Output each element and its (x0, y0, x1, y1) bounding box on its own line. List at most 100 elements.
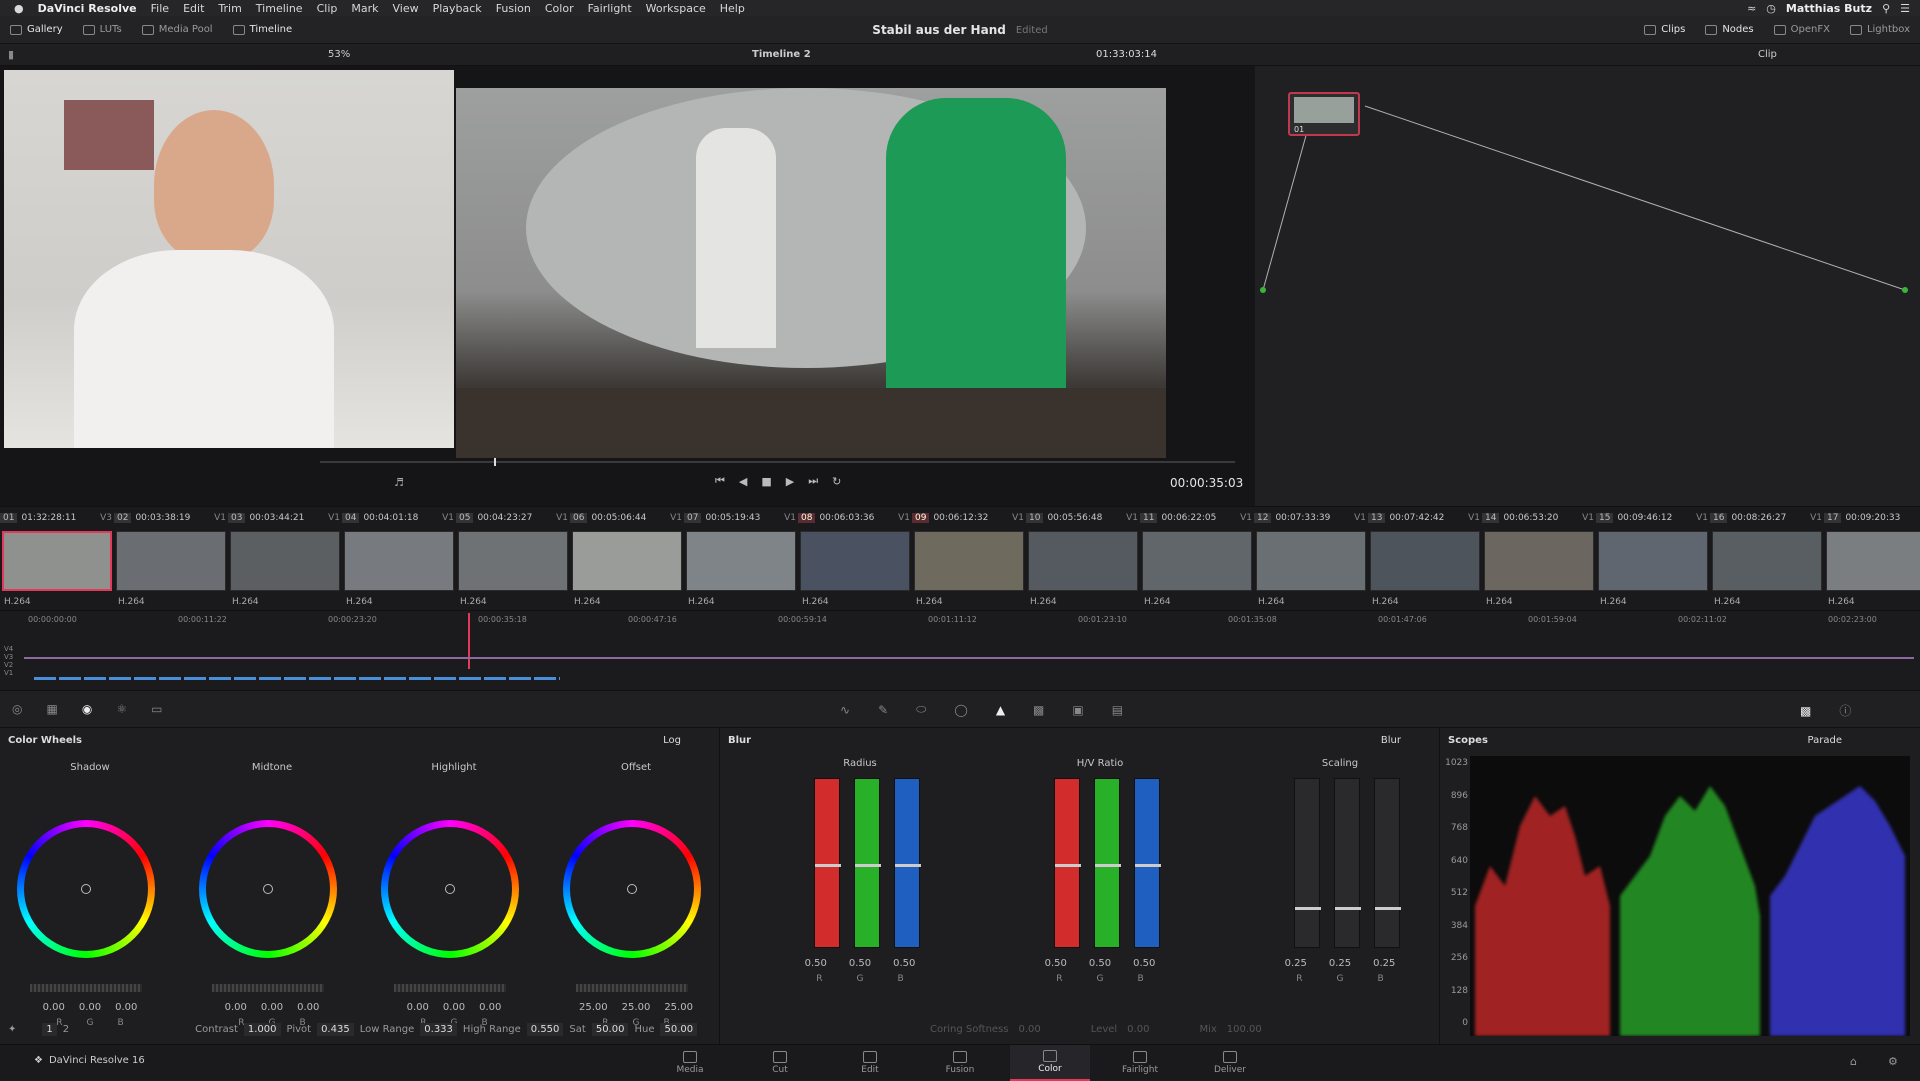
menu-playback[interactable]: Playback (433, 2, 482, 15)
page-1-button[interactable]: 1 (42, 1022, 57, 1036)
bar-knob[interactable] (815, 864, 841, 867)
bar-knob[interactable] (1335, 907, 1361, 910)
menu-fusion[interactable]: Fusion (496, 2, 531, 15)
loop-icon[interactable]: ↻ (832, 475, 841, 488)
clip-thumbnail[interactable] (344, 531, 454, 591)
menu-mark[interactable]: Mark (351, 2, 378, 15)
wheel-value-b[interactable]: 0.00 (479, 1002, 501, 1013)
picker-icon[interactable]: ✦ (8, 1024, 16, 1035)
bar-knob[interactable] (895, 864, 921, 867)
menu-timeline[interactable]: Timeline (256, 2, 303, 15)
scopes-mode-select[interactable]: Parade (1808, 735, 1842, 746)
page-tab-fairlight[interactable]: Fairlight (1100, 1045, 1180, 1081)
page-tab-edit[interactable]: Edit (830, 1045, 910, 1081)
wheel-value-b[interactable]: 25.00 (664, 1002, 693, 1013)
blur-value-r[interactable]: 0.50 (805, 958, 827, 969)
motion-effects-icon[interactable]: ▭ (151, 702, 162, 716)
clip-thumbnail[interactable] (1370, 531, 1480, 591)
blur-value-r[interactable]: 0.25 (1285, 958, 1307, 969)
scrub-bar[interactable] (320, 458, 1235, 466)
page-tab-fusion[interactable]: Fusion (920, 1045, 1000, 1081)
tracker-icon[interactable]: ◯ (954, 703, 967, 717)
blur-bar-b[interactable] (1374, 778, 1401, 948)
clip-05[interactable]: 05 00:04:23:27 V1 H.264 (456, 507, 570, 611)
clip-thumbnail[interactable] (686, 531, 796, 591)
bar-knob[interactable] (1375, 907, 1401, 910)
coring-value[interactable]: 0.00 (1019, 1024, 1041, 1035)
clip-16[interactable]: 16 00:08:26:27 V1 H.264 (1710, 507, 1824, 611)
play-icon[interactable]: ▶ (786, 475, 794, 488)
clip-thumbnail[interactable] (1028, 531, 1138, 591)
wheel-value-g[interactable]: 0.00 (261, 1002, 283, 1013)
wheel-master-slider[interactable] (394, 984, 506, 992)
window-icon[interactable]: ⬭ (916, 702, 926, 717)
blur-value-r[interactable]: 0.50 (1045, 958, 1067, 969)
home-icon[interactable]: ⌂ (1850, 1055, 1857, 1068)
bar-knob[interactable] (1135, 864, 1161, 867)
blur-bar-g[interactable] (854, 778, 881, 948)
wheel-value-g[interactable]: 0.00 (79, 1002, 101, 1013)
page-tab-cut[interactable]: Cut (740, 1045, 820, 1081)
wheel-shadow[interactable]: Shadow 0.00 0.00 0.00 R G B (0, 762, 180, 1028)
wheel-center-handle[interactable] (627, 884, 637, 894)
low-range-value[interactable]: 0.333 (420, 1022, 457, 1036)
wheel-center-handle[interactable] (263, 884, 273, 894)
blur-value-b[interactable]: 0.50 (893, 958, 915, 969)
clip-08[interactable]: 08 00:06:03:36 V1 H.264 (798, 507, 912, 611)
hue-value[interactable]: 50.00 (660, 1022, 698, 1036)
blur-value-g[interactable]: 0.50 (849, 958, 871, 969)
zoom-select[interactable]: 53% (328, 49, 350, 60)
timeline-select[interactable]: Timeline 2 (752, 49, 811, 60)
clip-thumbnail[interactable] (914, 531, 1024, 591)
skip-forward-icon[interactable]: ⏭ (808, 474, 818, 488)
wheel-value-r[interactable]: 0.00 (407, 1002, 429, 1013)
viewer-frame[interactable] (456, 88, 1166, 458)
clip-thumbnail[interactable] (458, 531, 568, 591)
3d-icon[interactable]: ▤ (1112, 703, 1123, 717)
blur-bar-g[interactable] (1094, 778, 1121, 948)
wheel-midtone[interactable]: Midtone0.000.000.00RGB (182, 762, 362, 1028)
gallery-still[interactable] (4, 70, 454, 448)
clip-thumbnail[interactable] (1598, 531, 1708, 591)
clips-button[interactable]: Clips (1634, 16, 1695, 44)
sizing-icon[interactable]: ▣ (1072, 703, 1083, 717)
step-back-icon[interactable]: ◀ (739, 475, 747, 488)
wheel-value-b[interactable]: 0.00 (115, 1002, 137, 1013)
clip-04[interactable]: 04 00:04:01:18 V1 H.264 (342, 507, 456, 611)
blur-mode-select[interactable]: Blur (1381, 735, 1401, 746)
gallery-button[interactable]: Gallery (0, 16, 73, 44)
bar-knob[interactable] (855, 864, 881, 867)
search-icon[interactable]: ⚲ (1882, 2, 1890, 15)
page-tab-deliver[interactable]: Deliver (1190, 1045, 1270, 1081)
clip-01[interactable]: 01 01:32:28:11 V3 H.264 (0, 507, 114, 611)
pivot-value[interactable]: 0.435 (317, 1022, 354, 1036)
blur-bar-b[interactable] (894, 778, 921, 948)
user-name[interactable]: Matthias Butz (1786, 2, 1872, 15)
clip-17[interactable]: 1700:09:20:33V1 H.264 (1824, 507, 1920, 611)
app-name[interactable]: DaVinci Resolve (38, 2, 137, 15)
luts-button[interactable]: LUTs (73, 16, 132, 44)
media-pool-button[interactable]: Media Pool (132, 16, 223, 44)
clip-02[interactable]: 02 00:03:38:19 V1 H.264 (114, 507, 228, 611)
color-wheels-icon[interactable]: ◉ (82, 702, 92, 716)
high-range-value[interactable]: 0.550 (526, 1022, 564, 1036)
wheel-value-b[interactable]: 0.00 (297, 1002, 319, 1013)
clip-09[interactable]: 09 00:06:12:32 V1 H.264 (912, 507, 1026, 611)
menu-trim[interactable]: Trim (218, 2, 241, 15)
openfx-button[interactable]: OpenFX (1764, 16, 1840, 44)
clip-03[interactable]: 03 00:03:44:21 V1 H.264 (228, 507, 342, 611)
wheel-value-r[interactable]: 0.00 (43, 1002, 65, 1013)
wheel-center-handle[interactable] (445, 884, 455, 894)
wheels-mode-select[interactable]: Log (663, 735, 681, 746)
wheel-value-g[interactable]: 25.00 (622, 1002, 651, 1013)
viewer-timecode[interactable]: 01:33:03:14 (1096, 49, 1157, 60)
clip-thumbnail[interactable] (1256, 531, 1366, 591)
clip-thumbnail[interactable] (800, 531, 910, 591)
level-value[interactable]: 0.00 (1127, 1024, 1149, 1035)
page-tab-color[interactable]: Color (1010, 1045, 1090, 1081)
wheel-center-handle[interactable] (81, 884, 91, 894)
key-icon[interactable]: ▩ (1033, 703, 1044, 717)
clip-13[interactable]: 13 00:07:42:42 V1 H.264 (1368, 507, 1482, 611)
wheel-master-slider[interactable] (576, 984, 688, 992)
wheel-master-slider[interactable] (212, 984, 324, 992)
